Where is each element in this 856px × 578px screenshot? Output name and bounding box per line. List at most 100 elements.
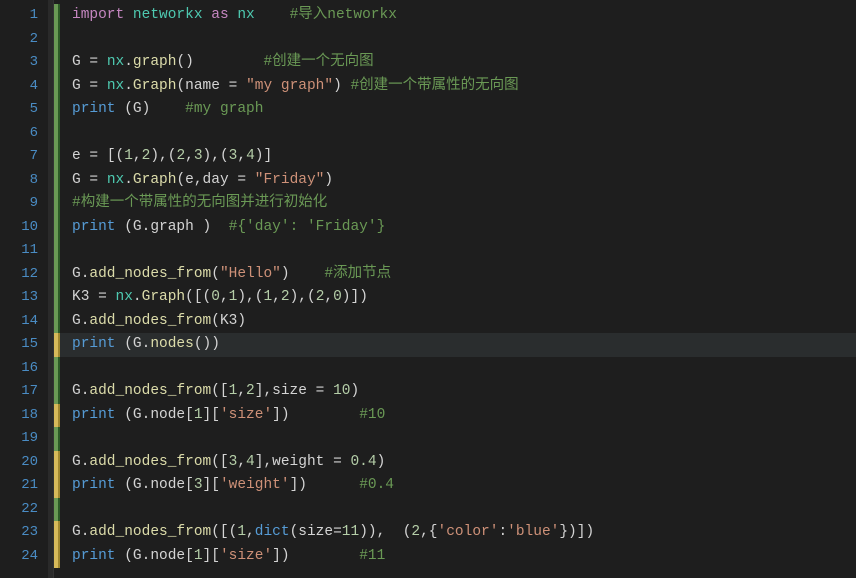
code-token: 1 xyxy=(194,548,203,564)
code-token: ]) xyxy=(272,407,289,423)
code-token: ( xyxy=(124,407,133,423)
line-content[interactable] xyxy=(68,357,72,381)
code-token: ( xyxy=(176,78,185,94)
code-token: 'size' xyxy=(220,407,272,423)
line-number: 12 xyxy=(0,263,48,287)
line-content[interactable]: print (G.node[1]['size']) #10 xyxy=(68,404,385,428)
line-content[interactable]: print (G.nodes()) xyxy=(68,333,220,357)
change-marker xyxy=(54,51,60,75)
code-line[interactable]: print (G.nodes()) xyxy=(54,333,856,357)
code-token: = xyxy=(98,289,107,305)
change-marker xyxy=(54,4,60,28)
code-token xyxy=(290,266,325,282)
code-token: . xyxy=(133,289,142,305)
line-content[interactable]: e = [(1,2),(2,3),(3,4)] xyxy=(68,145,272,169)
code-token: add_nodes_from xyxy=(89,454,211,470)
code-line[interactable]: print (G.node[3]['weight']) #0.4 xyxy=(54,474,856,498)
code-token: 2 xyxy=(281,289,290,305)
code-token: #10 xyxy=(359,407,385,423)
code-token: nx xyxy=(107,172,124,188)
code-token: , xyxy=(185,148,194,164)
line-content[interactable] xyxy=(68,122,72,146)
code-token: print xyxy=(72,101,116,117)
code-token: 0.4 xyxy=(350,454,376,470)
code-line[interactable]: G = nx.Graph(name = "my graph") #创建一个带属性… xyxy=(54,75,856,99)
code-line[interactable] xyxy=(54,239,856,263)
code-token: nx xyxy=(107,78,124,94)
code-line[interactable]: G.add_nodes_from([3,4],weight = 0.4) xyxy=(54,451,856,475)
code-token: size xyxy=(298,524,333,540)
code-token: 1 xyxy=(194,407,203,423)
line-content[interactable]: print (G.graph ) #{'day': 'Friday'} xyxy=(68,216,385,240)
code-token xyxy=(116,407,125,423)
line-content[interactable]: G = nx.graph() #创建一个无向图 xyxy=(68,51,374,75)
code-line[interactable]: #构建一个带属性的无向图并进行初始化 xyxy=(54,192,856,216)
line-content[interactable]: G = nx.Graph(name = "my graph") #创建一个带属性… xyxy=(68,75,519,99)
line-content[interactable] xyxy=(68,498,72,522)
code-token: ], xyxy=(255,454,272,470)
line-content[interactable]: G.add_nodes_from([(1,dict(size=11)), (2,… xyxy=(68,521,594,545)
code-line[interactable] xyxy=(54,357,856,381)
line-content[interactable]: G.add_nodes_from("Hello") #添加节点 xyxy=(68,263,391,287)
line-content[interactable]: #构建一个带属性的无向图并进行初始化 xyxy=(68,192,327,216)
code-line[interactable]: G.add_nodes_from("Hello") #添加节点 xyxy=(54,263,856,287)
code-token: ( xyxy=(124,336,133,352)
line-number: 18 xyxy=(0,404,48,428)
code-token: G xyxy=(133,548,142,564)
code-line[interactable]: print (G) #my graph xyxy=(54,98,856,122)
code-token: ][ xyxy=(203,477,220,493)
code-line[interactable]: G = nx.graph() #创建一个无向图 xyxy=(54,51,856,75)
code-token xyxy=(290,548,360,564)
line-content[interactable] xyxy=(68,28,72,52)
code-token: print xyxy=(72,219,116,235)
code-line[interactable] xyxy=(54,498,856,522)
code-line[interactable]: K3 = nx.Graph([(0,1),(1,2),(2,0)]) xyxy=(54,286,856,310)
code-line[interactable]: e = [(1,2),(2,3),(3,4)] xyxy=(54,145,856,169)
code-line[interactable]: G.add_nodes_from([1,2],size = 10) xyxy=(54,380,856,404)
code-token: G xyxy=(72,313,81,329)
line-content[interactable]: import networkx as nx #导入networkx xyxy=(68,4,397,28)
code-token: #导入networkx xyxy=(290,7,397,23)
code-token: G xyxy=(72,172,89,188)
line-content[interactable]: G = nx.Graph(e,day = "Friday") xyxy=(68,169,333,193)
code-token: G xyxy=(72,524,81,540)
code-token: ) xyxy=(324,172,333,188)
change-marker xyxy=(54,545,60,569)
code-token: G xyxy=(72,454,81,470)
code-line[interactable]: G.add_nodes_from(K3) xyxy=(54,310,856,334)
code-token: G xyxy=(72,383,81,399)
line-content[interactable]: print (G) #my graph xyxy=(68,98,263,122)
code-token: print xyxy=(72,336,116,352)
code-token: , xyxy=(237,148,246,164)
line-content[interactable]: print (G.node[3]['weight']) #0.4 xyxy=(68,474,394,498)
code-line[interactable] xyxy=(54,427,856,451)
code-token: ( xyxy=(176,172,185,188)
code-token: , xyxy=(246,524,255,540)
code-token: #创建一个无向图 xyxy=(263,54,373,70)
code-editor[interactable]: 123456789101112131415161718192021222324 … xyxy=(0,0,856,578)
change-marker xyxy=(54,380,60,404)
line-content[interactable] xyxy=(68,427,72,451)
code-line[interactable]: G = nx.Graph(e,day = "Friday") xyxy=(54,169,856,193)
line-number: 17 xyxy=(0,380,48,404)
code-token: , xyxy=(237,454,246,470)
code-line[interactable] xyxy=(54,122,856,146)
code-line[interactable]: print (G.graph ) #{'day': 'Friday'} xyxy=(54,216,856,240)
line-content[interactable]: K3 = nx.Graph([(0,1),(1,2),(2,0)]) xyxy=(68,286,368,310)
line-content[interactable]: G.add_nodes_from([1,2],size = 10) xyxy=(68,380,359,404)
code-line[interactable] xyxy=(54,28,856,52)
line-content[interactable]: G.add_nodes_from([3,4],weight = 0.4) xyxy=(68,451,385,475)
code-line[interactable]: print (G.node[1]['size']) #11 xyxy=(54,545,856,569)
code-token: })]) xyxy=(559,524,594,540)
code-line[interactable]: print (G.node[1]['size']) #10 xyxy=(54,404,856,428)
code-line[interactable]: G.add_nodes_from([(1,dict(size=11)), (2,… xyxy=(54,521,856,545)
line-content[interactable]: print (G.node[1]['size']) #11 xyxy=(68,545,385,569)
code-token: , xyxy=(220,289,229,305)
line-content[interactable]: G.add_nodes_from(K3) xyxy=(68,310,246,334)
code-token: 10 xyxy=(333,383,350,399)
code-area[interactable]: import networkx as nx #导入networkx G = nx.… xyxy=(54,0,856,578)
line-content[interactable] xyxy=(68,239,72,263)
code-line[interactable]: import networkx as nx #导入networkx xyxy=(54,4,856,28)
code-token: G xyxy=(72,54,89,70)
line-number: 5 xyxy=(0,98,48,122)
